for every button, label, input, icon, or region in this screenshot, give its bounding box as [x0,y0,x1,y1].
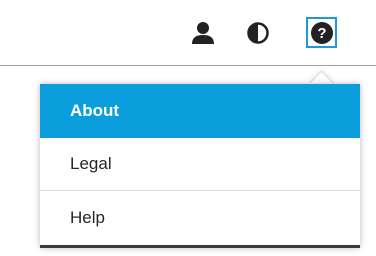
menu-item-legal[interactable]: Legal [40,138,360,191]
contrast-icon-glyph [247,22,269,44]
menu-item-label: Help [70,208,105,227]
help-menu-view: ? About Legal Help [0,0,376,256]
menu-item-about[interactable]: About [40,84,360,138]
toolbar-divider [0,65,376,66]
contrast-icon[interactable] [243,18,273,48]
help-dropdown-menu: About Legal Help [40,84,360,248]
user-icon-glyph [192,22,214,44]
menu-item-label: About [70,100,120,120]
user-icon[interactable] [188,18,218,48]
svg-text:?: ? [317,25,326,42]
help-icon[interactable]: ? [306,17,337,48]
menu-item-help[interactable]: Help [40,191,360,245]
help-icon-glyph: ? [310,21,333,44]
menu-item-label: Legal [70,154,112,173]
